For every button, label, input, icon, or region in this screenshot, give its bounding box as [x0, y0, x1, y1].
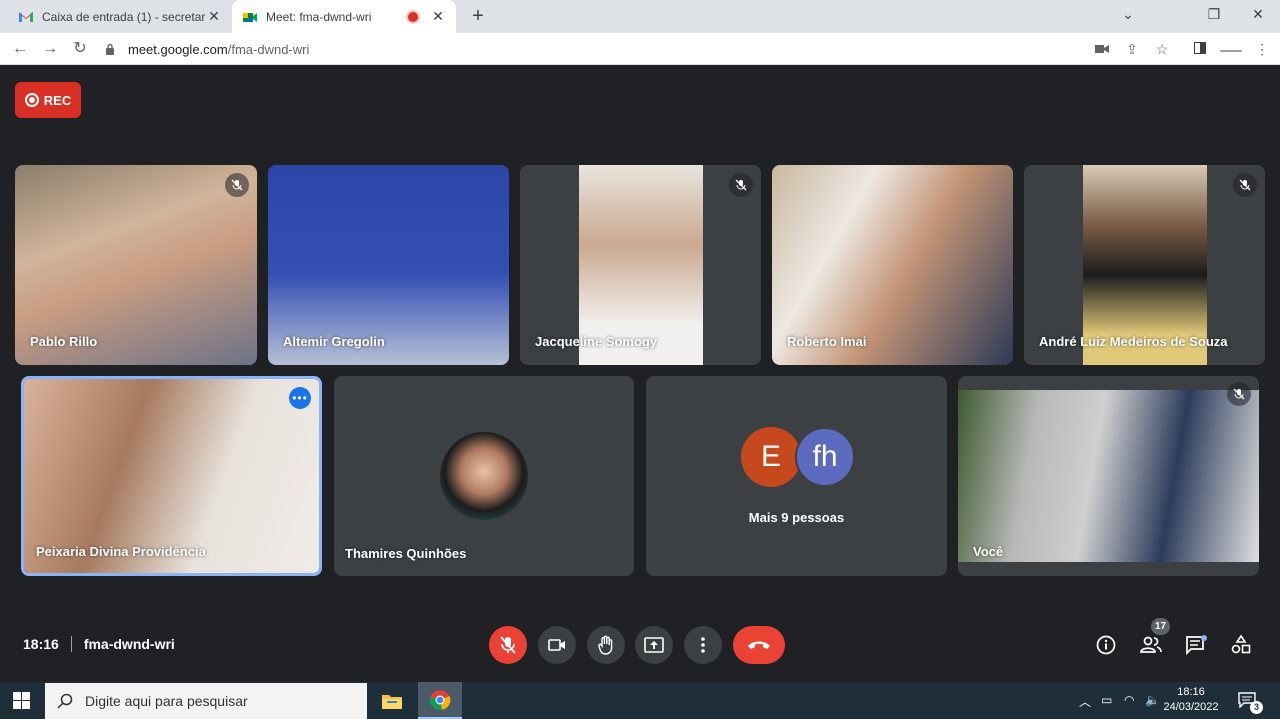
- volume-icon[interactable]: 🔈: [1145, 693, 1160, 707]
- tab-title: Meet: fma-dwnd-wri: [266, 9, 372, 24]
- meet-icon: [243, 12, 257, 22]
- search-icon: [57, 693, 73, 709]
- taskbar-search-placeholder: Digite aqui para pesquisar: [85, 693, 248, 709]
- participant-tile[interactable]: Roberto Imai: [772, 165, 1013, 365]
- mic-off-icon: [225, 173, 249, 197]
- browser-tab-strip: Caixa de entrada (1) - secretaria ✕ Meet…: [0, 0, 1280, 33]
- more-participants-tile[interactable]: E fh Mais 9 pessoas: [646, 376, 947, 576]
- mic-toggle-button[interactable]: [489, 626, 527, 664]
- url-domain: meet.google.com: [128, 41, 228, 57]
- tab-title: Caixa de entrada (1) - secretaria: [42, 9, 206, 24]
- more-options-button[interactable]: [684, 626, 722, 664]
- profile-avatar[interactable]: [1218, 37, 1244, 61]
- taskbar-clock[interactable]: 18:16 24/03/2022: [1160, 685, 1222, 715]
- close-tab-icon[interactable]: ✕: [206, 8, 222, 25]
- chrome-taskbar-icon[interactable]: [418, 682, 462, 719]
- camera-icon[interactable]: [1090, 37, 1114, 61]
- activities-icon[interactable]: [1226, 630, 1256, 660]
- participant-name: Pablo Rillo: [30, 334, 98, 349]
- leave-call-button[interactable]: [733, 626, 785, 664]
- avatar: [440, 432, 528, 520]
- participant-name: Peixaria Divina Providência: [36, 544, 206, 559]
- gmail-icon: [19, 11, 33, 22]
- divider: [70, 636, 72, 652]
- mic-off-icon: [1227, 382, 1251, 406]
- clock-time: 18:16: [1177, 686, 1205, 698]
- wifi-icon[interactable]: ◠: [1124, 693, 1134, 707]
- camera-toggle-button[interactable]: [538, 626, 576, 664]
- battery-icon[interactable]: ▭: [1101, 693, 1112, 707]
- camera-icon: [548, 639, 565, 651]
- self-view-tile[interactable]: Você: [958, 376, 1259, 576]
- participant-tile[interactable]: André Luiz Medeiros de Souza: [1024, 165, 1265, 365]
- participant-name: Thamires Quinhões: [345, 546, 467, 561]
- tab-search-icon[interactable]: ⌄: [1106, 0, 1150, 30]
- mic-off-icon: [1233, 173, 1257, 197]
- participant-tile[interactable]: Thamires Quinhões: [334, 376, 634, 576]
- lock-icon: [106, 43, 114, 55]
- participant-tile[interactable]: Pablo Rillo: [15, 165, 257, 365]
- participant-tile-active-speaker[interactable]: ••• Peixaria Divina Providência: [21, 376, 322, 576]
- close-window-icon[interactable]: ✕: [1236, 0, 1280, 30]
- bookmark-star-icon[interactable]: ☆: [1150, 37, 1174, 61]
- raise-hand-button[interactable]: [587, 626, 625, 664]
- menu-kebab-icon[interactable]: ⋮: [1250, 37, 1274, 61]
- participant-name: Altemir Gregolin: [283, 334, 385, 349]
- more-options-icon[interactable]: •••: [289, 387, 311, 409]
- participant-name: André Luiz Medeiros de Souza: [1039, 334, 1228, 349]
- close-tab-icon[interactable]: ✕: [430, 8, 446, 25]
- participant-name: Jacqueline Somogy: [535, 334, 658, 349]
- participant-tile[interactable]: Altemir Gregolin: [268, 165, 509, 365]
- meeting-details-icon[interactable]: [1091, 630, 1121, 660]
- restore-window-icon[interactable]: ❐: [1192, 0, 1236, 30]
- windows-taskbar: Digite aqui para pesquisar ︿ ▭ ◠ 🔈 18:16…: [0, 682, 1280, 719]
- windows-start-icon[interactable]: [13, 692, 30, 709]
- address-bar[interactable]: meet.google.com/fma-dwnd-wri: [104, 37, 1179, 61]
- self-video: [958, 390, 1259, 562]
- notification-center-icon[interactable]: 3: [1238, 692, 1263, 714]
- mic-off-icon: [729, 173, 753, 197]
- participant-name: Roberto Imai: [787, 334, 867, 349]
- hand-icon: [598, 635, 613, 655]
- back-icon[interactable]: ←: [8, 37, 32, 61]
- record-icon: [24, 93, 39, 107]
- rec-label: REC: [43, 92, 72, 108]
- browser-toolbar: ← → ↻ meet.google.com/fma-dwnd-wri ⇪ ☆ ⋮: [0, 33, 1280, 65]
- reload-icon[interactable]: ↻: [68, 37, 92, 61]
- taskbar-search-box[interactable]: Digite aqui para pesquisar: [45, 683, 367, 719]
- tab-gmail[interactable]: Caixa de entrada (1) - secretaria ✕: [8, 0, 232, 33]
- mic-off-icon: [500, 636, 516, 654]
- participant-count-badge: 17: [1151, 618, 1170, 635]
- present-screen-button[interactable]: [635, 626, 673, 664]
- forward-icon[interactable]: →: [38, 37, 62, 61]
- meeting-info: 18:16 fma-dwnd-wri: [23, 636, 175, 652]
- hangup-icon: [748, 641, 770, 649]
- avatar-initial: fh: [795, 427, 855, 487]
- side-panel-icon[interactable]: [1188, 37, 1212, 61]
- tab-meet[interactable]: Meet: fma-dwnd-wri ✕: [232, 0, 456, 33]
- avatar-initial: E: [741, 427, 801, 487]
- url-path: /fma-dwnd-wri: [227, 41, 310, 57]
- clock-date: 24/03/2022: [1163, 701, 1219, 713]
- more-participants-label: Mais 9 pessoas: [748, 510, 845, 525]
- participant-name: Você: [973, 544, 1004, 559]
- show-hidden-icons-icon[interactable]: ︿: [1079, 693, 1091, 710]
- file-explorer-icon[interactable]: [370, 682, 414, 719]
- more-vert-icon: [701, 637, 705, 653]
- recording-indicator-icon: [408, 11, 418, 22]
- participant-tile[interactable]: Jacqueline Somogy: [520, 165, 761, 365]
- present-icon: [644, 637, 664, 653]
- chat-icon[interactable]: [1181, 630, 1211, 660]
- meeting-time: 18:16: [23, 636, 59, 652]
- meeting-code: fma-dwnd-wri: [83, 636, 175, 652]
- recording-badge: REC: [15, 82, 81, 118]
- notification-count: 3: [1250, 701, 1263, 714]
- new-tab-button[interactable]: +: [466, 4, 490, 28]
- share-icon[interactable]: ⇪: [1120, 37, 1144, 61]
